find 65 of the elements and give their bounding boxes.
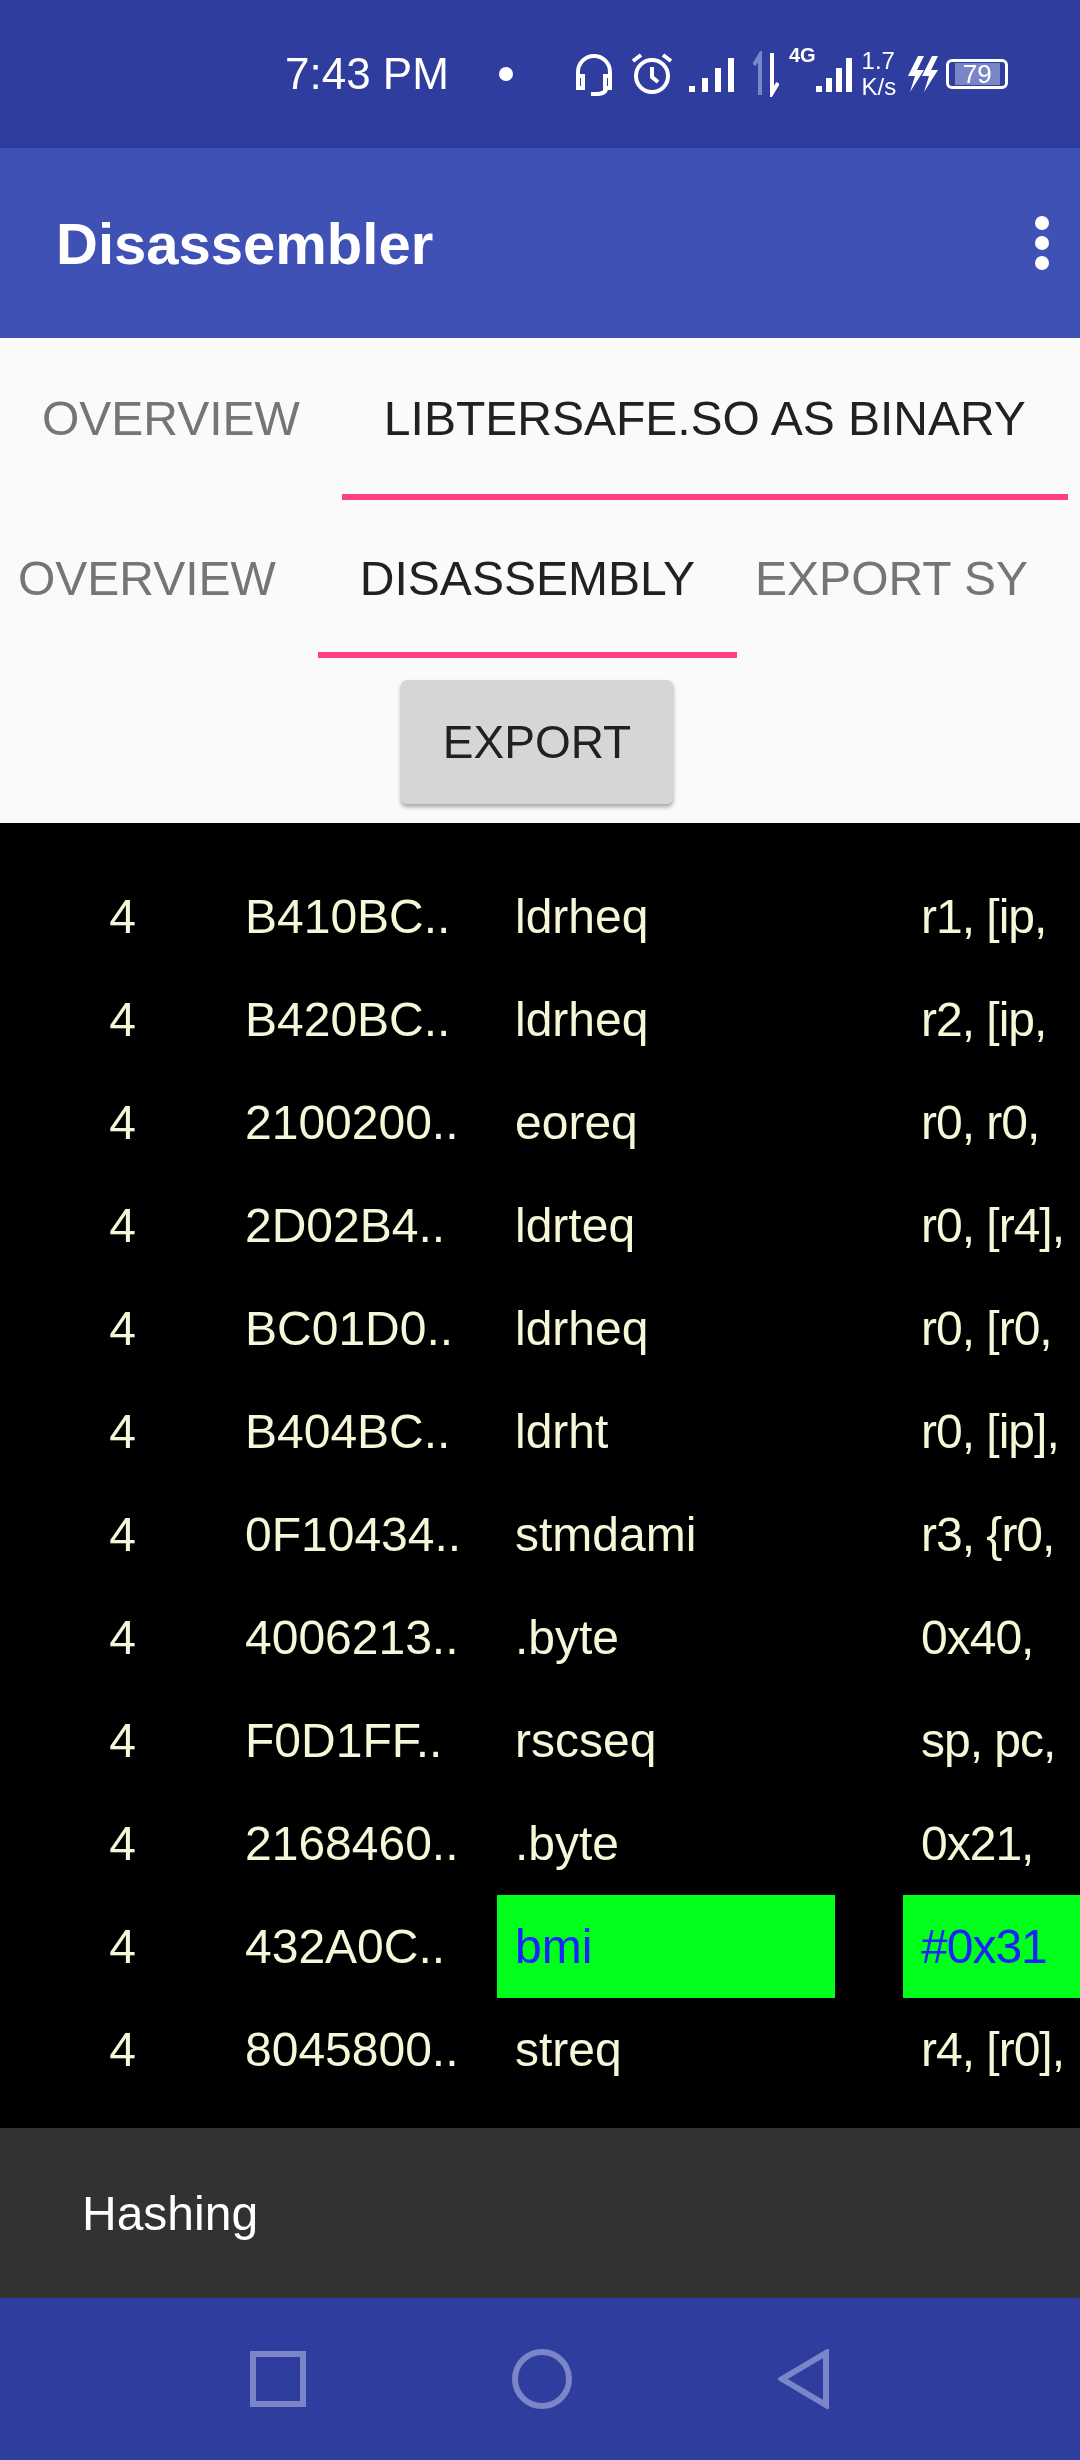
bytes-cell-text: 2168460.. xyxy=(245,1816,460,1872)
size-cell-text: 4 xyxy=(108,1198,137,1254)
mnemonic-cell-text: ldrheq xyxy=(514,889,650,945)
back-icon[interactable] xyxy=(778,2349,830,2409)
tab[interactable]: OVERVIEW xyxy=(0,338,342,500)
mnemonic-cell-text: eoreq xyxy=(514,1095,639,1151)
notification-dot-icon xyxy=(498,67,513,81)
operands-cell-text: r0, r0, xyxy=(920,1095,1041,1151)
size-cell-text: 4 xyxy=(108,1610,137,1666)
mnemonic-cell-text: rscseq xyxy=(514,1713,658,1769)
mnemonic-cell-text: streq xyxy=(514,2022,623,2078)
operands-cell: #0x31 xyxy=(903,1895,1080,1998)
size-cell-text: 4 xyxy=(108,992,137,1048)
operands-cell-text: sp, pc, xyxy=(920,1713,1057,1769)
snackbar-message: Hashing xyxy=(82,2185,259,2241)
tab[interactable]: EXPORT SY xyxy=(737,500,1071,658)
speed-unit: K/s xyxy=(861,74,897,100)
operands-cell-text: 0x21, xyxy=(920,1816,1035,1872)
operands-cell-text: r4, [r0], xyxy=(920,2022,1066,2078)
battery-icon: 79 xyxy=(946,59,1009,89)
bytes-cell-text: 2100200.. xyxy=(245,1095,460,1151)
operands-cell-text: r2, [ip, xyxy=(920,992,1048,1048)
size-cell-text: 4 xyxy=(108,1919,137,1975)
operands-cell-text: r0, [r0, xyxy=(920,1301,1053,1357)
bytes-cell-text: BC01D0.. xyxy=(245,1301,455,1357)
size-cell-text: 4 xyxy=(108,1713,137,1769)
size-cell-text: 4 xyxy=(108,2022,137,2078)
bytes-cell-text: B420BC.. xyxy=(245,992,452,1048)
app-title: Disassembler xyxy=(56,209,434,277)
speed-value: 1.7 xyxy=(861,48,896,74)
charging-icon xyxy=(906,56,941,92)
more-options-icon[interactable] xyxy=(1034,215,1050,271)
tab[interactable]: OVERVIEW xyxy=(0,500,318,658)
network-type: 4G xyxy=(788,44,816,67)
export-button[interactable]: EXPORT xyxy=(401,680,673,804)
operands-cell-text: r0, [r4], xyxy=(920,1198,1066,1254)
bytes-cell-text: 4006213.. xyxy=(245,1610,460,1666)
size-cell-text: 4 xyxy=(108,1095,137,1151)
bytes-cell-text: B404BC.. xyxy=(245,1404,452,1460)
operands-cell-text: r3, {r0, xyxy=(920,1507,1056,1563)
mnemonic-cell-text: ldrheq xyxy=(514,992,650,1048)
operands-cell-text: 0x40, xyxy=(920,1610,1035,1666)
size-cell-text: 4 xyxy=(108,1507,137,1563)
size-cell-text: 4 xyxy=(108,1816,137,1872)
mnemonic-cell: bmi xyxy=(497,1895,835,1998)
mnemonic-cell-text: ldrheq xyxy=(514,1301,650,1357)
bytes-cell-text: B410BC.. xyxy=(245,889,452,945)
size-cell-text: 4 xyxy=(108,889,137,945)
operands-cell-text: r1, [ip, xyxy=(920,889,1048,945)
bytes-cell-text: F0D1FF.. xyxy=(245,1713,444,1769)
mnemonic-cell-text: ldrht xyxy=(514,1404,610,1460)
size-cell-text: 4 xyxy=(108,1404,137,1460)
home-icon[interactable] xyxy=(511,2348,573,2410)
mnemonic-cell-text: ldrteq xyxy=(514,1198,637,1254)
bytes-cell-text: 2D02B4.. xyxy=(245,1198,447,1254)
clock: 7:43 PM xyxy=(285,49,449,99)
mnemonic-cell-text: .byte xyxy=(514,1816,621,1872)
bytes-cell-text: 0F10434.. xyxy=(245,1507,463,1563)
operands-cell-text: r0, [ip], xyxy=(920,1404,1060,1460)
recents-icon[interactable] xyxy=(250,2351,306,2407)
mnemonic-cell-text: .byte xyxy=(514,1610,621,1666)
bytes-cell-text: 432A0C.. xyxy=(245,1919,447,1975)
size-cell-text: 4 xyxy=(108,1301,137,1357)
bytes-cell-text: 8045800.. xyxy=(245,2022,460,2078)
mnemonic-cell-text: stmdami xyxy=(514,1507,698,1563)
